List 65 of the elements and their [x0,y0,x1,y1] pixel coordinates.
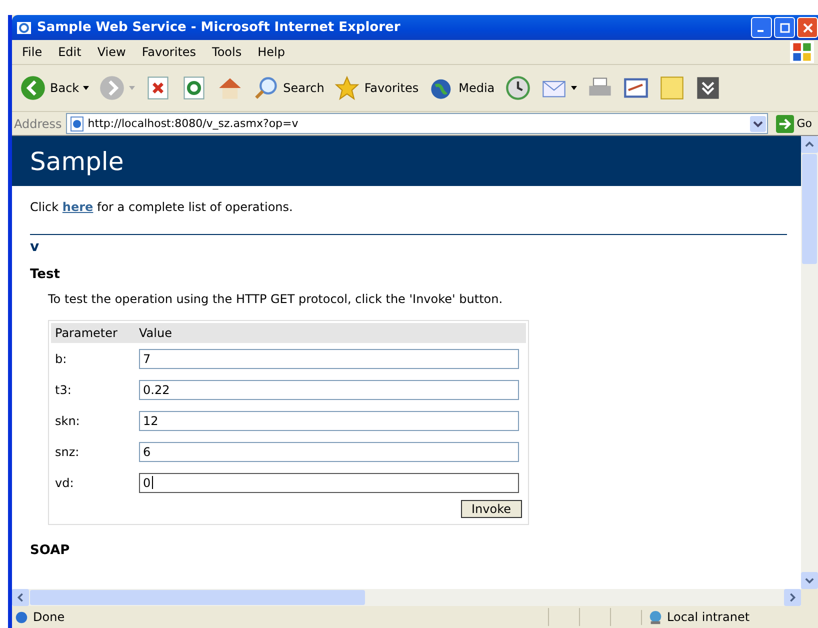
parameter-name: b: [55,352,68,366]
input-field[interactable]: 0 [139,472,519,492]
address-label: Address [14,116,62,130]
invoke-button[interactable]: Invoke [460,500,522,518]
parameter-name: skn: [55,414,81,428]
page-heading: Sample [30,146,124,176]
input-field[interactable]: 6 [139,442,519,462]
scrollbar-thumb[interactable] [30,590,365,605]
back-button[interactable]: Back [16,73,94,103]
status-text: Done [33,610,66,624]
horizontal-scrollbar[interactable] [12,589,818,606]
tool-icon [694,75,721,101]
menu-item[interactable]: Tools [204,45,250,59]
stop-icon [145,75,172,101]
windows-logo-icon [790,41,814,63]
input-field[interactable]: 12 [139,410,519,430]
parameter-name: t3: [55,382,72,396]
go-button[interactable]: Go [772,114,816,132]
media-button[interactable]: Media [424,73,499,103]
column-header: Value [139,326,172,340]
scroll-up-icon[interactable] [805,140,814,149]
browser-logo-icon [16,20,32,36]
section-heading: Test [30,267,61,282]
search-button[interactable]: Search [249,73,328,103]
note-icon [658,75,685,101]
minimize-button[interactable] [751,17,772,38]
arrow-icon [776,114,794,132]
clock-icon [504,75,531,101]
vertical-scrollbar[interactable] [801,136,818,589]
search-icon [253,75,280,101]
dropdown-icon [750,116,766,132]
close-icon [802,22,812,32]
zone-text: Local intranet [667,610,750,624]
column-header: Parameter [55,326,118,340]
network-icon [648,610,663,624]
menu-item[interactable]: File [14,45,50,59]
page-icon [68,116,85,132]
parameter-name: vd: [55,476,75,490]
parameter-name: snz: [55,444,80,458]
scrollbar-thumb[interactable] [802,154,817,264]
scroll-right-icon[interactable] [788,593,797,602]
window-title: Sample Web Service - Microsoft Internet Explorer [37,20,402,35]
text-cursor [152,476,153,489]
menu-item[interactable]: Help [250,45,293,59]
page-icon [14,610,29,624]
favorites-button[interactable]: Favorites [330,73,423,103]
close-button[interactable] [797,17,818,38]
scroll-left-icon[interactable] [16,593,25,602]
operation-name: v [30,239,40,255]
operations-link[interactable]: here [62,200,94,214]
menu-item[interactable]: Favorites [134,45,204,59]
refresh-icon [181,75,208,101]
menu-item[interactable]: View [89,45,134,59]
maximize-icon [780,22,790,32]
instructions-text: To test the operation using the HTTP GET protocol, click the 'Invoke' button. [48,292,504,306]
maximize-button[interactable] [774,17,795,38]
intro-text: Click here for a complete list of operations. [30,200,294,214]
scroll-down-icon[interactable] [805,576,814,585]
minimize-icon [756,30,764,32]
input-field[interactable]: 7 [139,348,519,368]
address-field[interactable]: http://localhost:8080/v_sz.asmx?op=v [66,113,768,134]
section-heading: SOAP [30,543,71,558]
menu-item[interactable]: Edit [50,45,90,59]
input-field[interactable]: 0.22 [139,380,519,400]
star-icon [334,75,360,101]
